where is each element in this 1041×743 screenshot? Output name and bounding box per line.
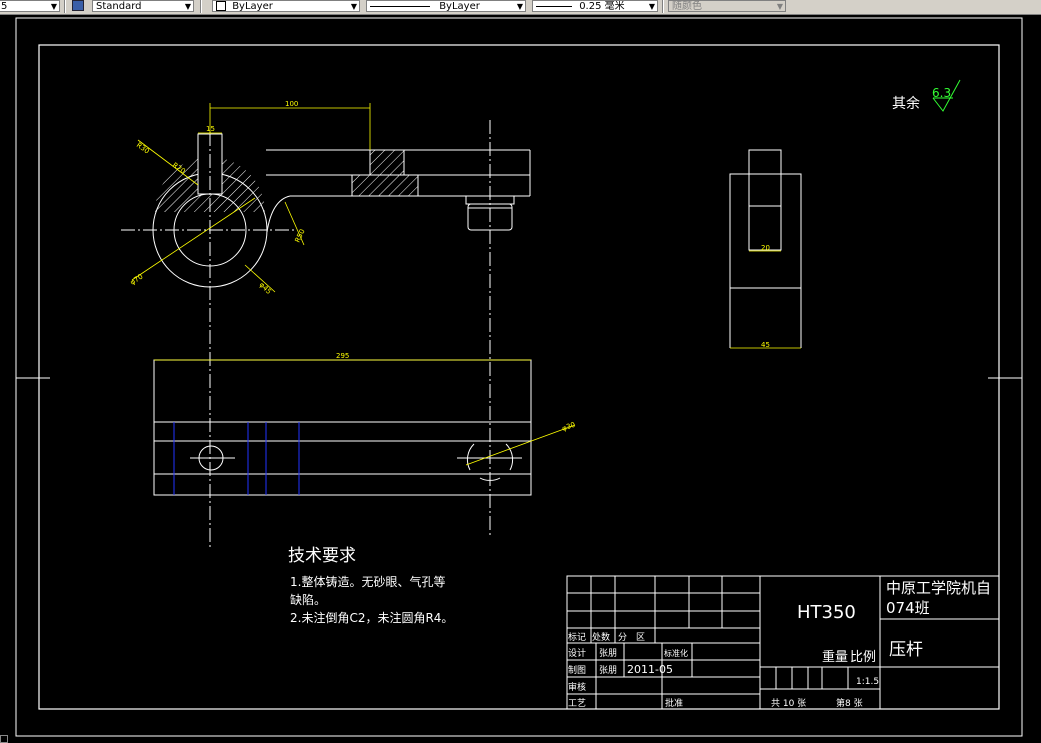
tech-line1: 1.整体铸造。无砂眼、气孔等 [290, 574, 445, 589]
lineweight-sample-icon [536, 5, 572, 7]
chevron-down-icon: ▼ [350, 2, 357, 11]
tb-sheet-no: 第8 张 [836, 697, 863, 709]
dim-100: 100 [285, 100, 298, 108]
dim-20: 20 [761, 244, 770, 252]
text-style-dropdown[interactable]: Standard ▼ [92, 0, 194, 12]
partial-dropdown[interactable]: 5 ▼ [0, 0, 60, 12]
dim-d30: φ30 [561, 421, 576, 433]
toolbar-separator [662, 0, 664, 13]
tb-draw-date: 2011-05 [627, 663, 673, 676]
linetype-dropdown[interactable]: ByLayer ▼ [366, 0, 526, 12]
linetype-sample-icon [370, 5, 430, 7]
chevron-down-icon: ▼ [184, 2, 191, 11]
top-view [153, 359, 532, 496]
dim-r50: R50 [294, 228, 307, 244]
text-style-icon[interactable] [72, 0, 84, 11]
dim-45: 45 [761, 341, 770, 349]
tb-row-count: 处数 [592, 631, 610, 643]
dim-d45: φ45 [258, 281, 273, 296]
tb-class: 074班 [886, 599, 930, 617]
tb-total-sheets: 共 10 张 [771, 698, 806, 709]
lineweight-dropdown[interactable]: 0.25 毫米 ▼ [532, 0, 658, 12]
tb-design-name: 张朋 [599, 648, 617, 659]
color-swatch-icon [216, 1, 226, 11]
chevron-down-icon: ▼ [516, 2, 523, 11]
dim-295: 295 [336, 352, 349, 360]
chevron-down-icon: ▼ [776, 2, 783, 11]
tb-design: 设计 [568, 647, 586, 659]
plotstyle-dropdown[interactable]: 随颜色 ▼ [668, 0, 786, 12]
tb-row-mark: 标记 [568, 631, 586, 643]
toolbar-separator [64, 0, 66, 13]
toolbar-separator [200, 0, 202, 13]
dimensions-side [730, 250, 801, 349]
tb-draw-name: 张朋 [599, 665, 617, 676]
sheet-outline [15, 17, 1023, 737]
tb-scale-value: 1:1.5 [856, 677, 879, 687]
dim-d70: φ70 [129, 273, 145, 287]
chevron-down-icon: ▼ [50, 2, 57, 11]
tb-weight-label: 重量 [822, 649, 848, 665]
drawing-canvas[interactable]: 其余 6.3 100 15 R30 R20 φ70 φ45 R50 20 45 … [0, 14, 1041, 742]
dim-15: 15 [206, 125, 215, 133]
tb-process: 工艺 [568, 698, 586, 709]
tb-scale-label: 比例 [850, 650, 876, 665]
color-dropdown[interactable]: ByLayer ▼ [212, 0, 360, 12]
tb-material: HT350 [797, 602, 856, 623]
tech-line3: 2.未注倒角C2，未注圆角R4。 [290, 610, 453, 625]
dimensions-top [154, 359, 576, 466]
tb-review: 审核 [568, 681, 586, 693]
dim-r30: R30 [135, 141, 151, 155]
chevron-down-icon: ▼ [648, 2, 655, 11]
roughness-value: 6.3 [932, 86, 951, 100]
tb-part-name: 压杆 [889, 640, 923, 660]
tech-line2: 缺陷。 [290, 592, 326, 607]
tb-draw: 制图 [568, 664, 586, 676]
tb-row-zone: 分 区 [618, 632, 645, 643]
tech-title: 技术要求 [288, 546, 356, 566]
tb-school: 中原工学院机自 [886, 579, 991, 597]
tb-approve: 批准 [665, 697, 683, 709]
tb-standardize: 标准化 [664, 648, 688, 658]
roughness-label: 其余 [892, 95, 920, 112]
properties-toolbar: 5 ▼ Standard ▼ ByLayer ▼ ByLayer ▼ 0.25 … [0, 0, 1041, 15]
